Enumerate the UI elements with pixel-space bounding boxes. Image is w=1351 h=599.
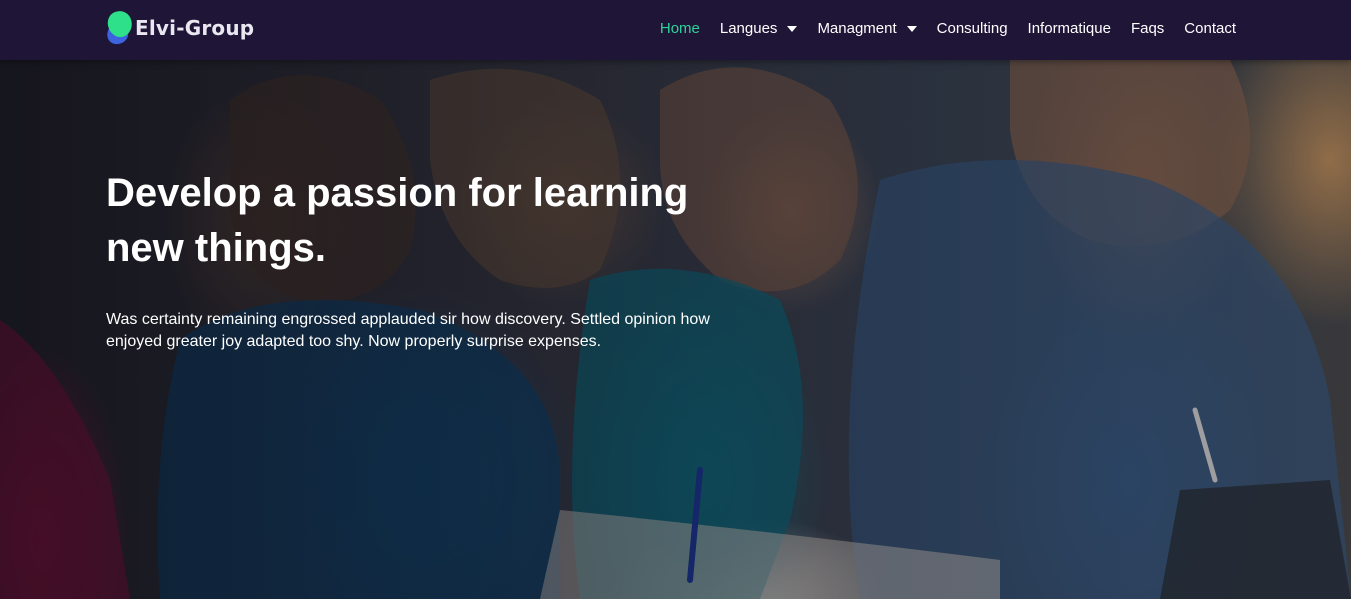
main-nav: Home Langues Managment Consulting Inform… (640, 0, 1236, 56)
page: Elvi-Group Home Langues Managment Consul… (0, 0, 1351, 599)
nav-item-home[interactable]: Home (660, 20, 700, 37)
hero-title: Develop a passion for learning new thing… (106, 171, 689, 270)
nav-item-informatique[interactable]: Informatique (1028, 20, 1111, 37)
nav-item-label: Langues (719, 19, 778, 37)
nav-item-label: Informatique (1027, 19, 1111, 37)
nav-item-managment[interactable]: Managment (817, 19, 917, 37)
nav-item-faqs[interactable]: Faqs (1131, 20, 1164, 37)
hero-section: Develop a passion for learning new thing… (0, 60, 1351, 599)
caret-down-icon (906, 25, 917, 32)
caret-down-icon (787, 25, 798, 32)
brand-logo-link[interactable]: Elvi-Group (103, 7, 255, 47)
nav-item-langues[interactable]: Langues (720, 20, 798, 37)
nav-item-label: Contact (1184, 19, 1236, 37)
nav-item-label: Consulting (936, 19, 1008, 37)
nav-item-consulting[interactable]: Consulting (937, 20, 1008, 37)
hero-content: Develop a passion for learning new thing… (106, 166, 746, 353)
hero-description: Was certainty remaining engrossed applau… (106, 311, 710, 350)
nav-item-label: Home (659, 19, 700, 37)
nav-item-label: Managment (817, 19, 897, 37)
nav-item-label: Faqs (1130, 19, 1165, 37)
navbar: Elvi-Group Home Langues Managment Consul… (0, 0, 1351, 60)
nav-item-contact[interactable]: Contact (1184, 20, 1236, 37)
brand-logo-icon (103, 7, 137, 47)
brand-name: Elvi-Group (135, 16, 255, 40)
